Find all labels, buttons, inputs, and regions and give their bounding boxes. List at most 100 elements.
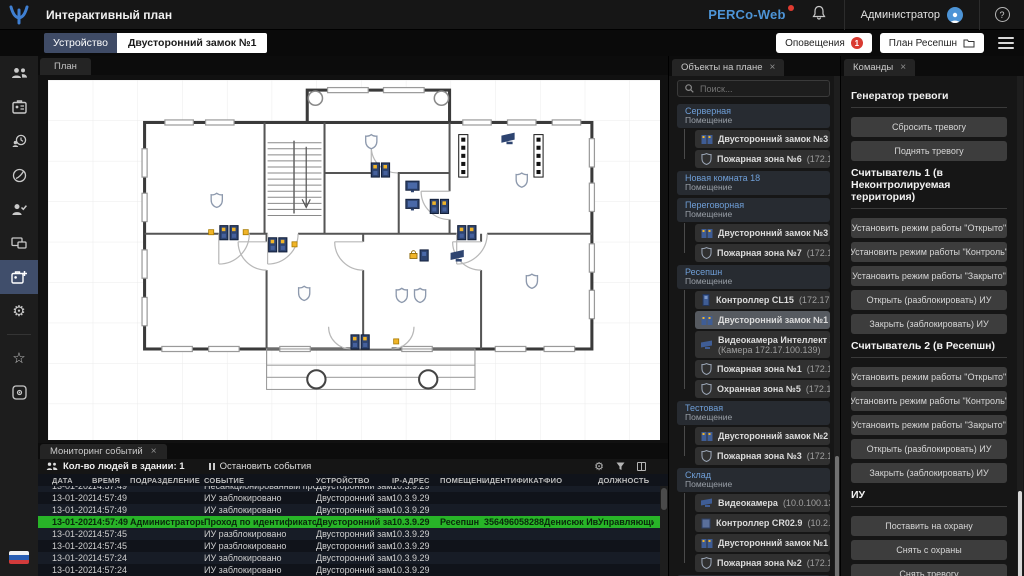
sidebar-item-pass-office[interactable] (0, 90, 38, 124)
help-button[interactable]: ? (980, 7, 1024, 22)
module-sidebar: ⚙ ☆ (0, 30, 38, 576)
reader1-mode-closed-button[interactable]: Установить режим работы "Закрыто" (851, 266, 1007, 286)
room-group-header[interactable]: Новая комната 18 Помещение (677, 171, 830, 195)
selected-device-tab[interactable]: Двусторонний замок №1 (116, 33, 268, 53)
events-toolbar: Кол-во людей в здании: 1 Остановить собы… (38, 459, 668, 474)
tree-item-controller[interactable]: Контроллер CR02.9 (10.2.128.68) (695, 514, 830, 532)
tree-item-zone[interactable]: Пожарная зона №2 (172.17.1.148) (695, 554, 830, 572)
pause-icon (208, 463, 215, 470)
divider (851, 357, 1007, 358)
table-row[interactable]: 13-01-202514:57:49ИУ заблокированоДвусто… (38, 492, 660, 504)
room-group-header[interactable]: Ресепшн Помещение (677, 265, 830, 289)
brand-logo: PERCo-Web (708, 5, 794, 22)
user-menu[interactable]: Администратор (845, 6, 979, 23)
controller-icon (701, 518, 711, 528)
tree-item-camera[interactable]: Видеокамера Интеллект X (Камера 172.17.1… (695, 331, 830, 358)
clear-alarm-button[interactable]: Снять тревогу (851, 564, 1007, 576)
room-group-header[interactable]: Склад Помещение (677, 468, 830, 492)
floor-plan-canvas[interactable] (48, 80, 660, 440)
columns-icon[interactable] (637, 462, 646, 471)
table-settings-icon[interactable]: ⚙ (594, 460, 604, 473)
star-icon: ☆ (12, 349, 26, 367)
raise-alarm-button[interactable]: Поднять тревогу (851, 141, 1007, 161)
table-row[interactable]: 13-01-202514:57:49ИУ заблокированоДвусто… (38, 504, 660, 516)
arm-button[interactable]: Поставить на охрану (851, 516, 1007, 536)
room-group-header[interactable]: Переговорная Помещение (677, 198, 830, 222)
sidebar-item-video[interactable] (0, 226, 38, 260)
lock-icon (701, 431, 713, 441)
camera-icon (701, 498, 712, 507)
room-group-header[interactable]: Тестовая Помещение (677, 401, 830, 425)
building-walls (143, 88, 594, 351)
tree-item-zone[interactable]: Охранная зона №5 (172.17.1.148) (695, 380, 830, 398)
plan-select-button[interactable]: План Ресепшн (879, 33, 984, 53)
sidebar-item-apps[interactable] (0, 375, 38, 409)
tree-item-controller[interactable]: Контроллер CL15 (172.17.100.1) (695, 291, 830, 309)
table-row[interactable]: 13-01-202514:57:45ИУ разблокированоДвуст… (38, 540, 660, 552)
shield-icon (701, 383, 712, 395)
tab-commands[interactable]: Команды × (844, 59, 916, 76)
reader1-mode-control-button[interactable]: Установить режим работы "Контроль" (851, 242, 1007, 262)
sidebar-item-users[interactable] (0, 56, 38, 90)
reader2-unlock-button[interactable]: Открыть (разблокировать) ИУ (851, 439, 1007, 459)
commands-scrollbar[interactable] (1017, 76, 1023, 576)
objects-panel: Объекты на плане × Серверная Помещение Д… (668, 56, 840, 576)
reader1-lock-button[interactable]: Закрыть (заблокировать) ИУ (851, 314, 1007, 334)
reader1-unlock-button[interactable]: Открыть (разблокировать) ИУ (851, 290, 1007, 310)
room-group-header[interactable]: Серверная Помещение (677, 104, 830, 128)
tree-item-lock[interactable]: Двусторонний замок №3 (10.3.9.29) (695, 224, 830, 242)
sidebar-item-settings[interactable]: ⚙ (0, 294, 38, 328)
sidebar-item-time-attendance[interactable] (0, 124, 38, 158)
perco-logo-icon[interactable] (0, 0, 38, 30)
events-scrollbar[interactable] (660, 486, 668, 576)
reader2-mode-closed-button[interactable]: Установить режим работы "Закрыто" (851, 415, 1007, 435)
table-row-access-granted[interactable]: 13-01-202514:57:49Администраторы системП… (38, 516, 660, 528)
events-region: Мониторинг событий × Кол-во людей в здан… (38, 443, 668, 576)
verification-icon (12, 168, 26, 182)
section-title: ИУ (851, 489, 866, 501)
people-count: Кол-во людей в здании: 1 (46, 461, 185, 472)
reader2-lock-button[interactable]: Закрыть (заблокировать) ИУ (851, 463, 1007, 483)
sidebar-item-verification[interactable] (0, 158, 38, 192)
reset-alarm-button[interactable]: Сбросить тревогу (851, 117, 1007, 137)
language-flag-ru[interactable] (9, 551, 29, 564)
sidebar-item-access-check[interactable] (0, 192, 38, 226)
stop-events-button[interactable]: Остановить события (208, 461, 311, 472)
tab-plan[interactable]: План (40, 58, 91, 75)
tree-item-lock[interactable]: Двусторонний замок №3 (10.0.92.49) (695, 130, 830, 148)
device-type-label: Устройство (44, 33, 117, 53)
close-icon[interactable]: × (770, 62, 776, 73)
lock-icon (701, 134, 713, 144)
table-row[interactable]: 13-01-202514:57:24ИУ заблокированоДвусто… (38, 564, 660, 576)
close-icon[interactable]: × (900, 62, 906, 73)
close-icon[interactable]: × (151, 446, 157, 457)
camera-icon (701, 340, 712, 349)
reader1-mode-open-button[interactable]: Установить режим работы "Открыто" (851, 218, 1007, 238)
tree-item-zone[interactable]: Пожарная зона №3 (172.17.1.148) (695, 447, 830, 465)
reader2-mode-open-button[interactable]: Установить режим работы "Открыто" (851, 367, 1007, 387)
table-row[interactable]: 13-01-202514:57:45ИУ разблокированоДвуст… (38, 528, 660, 540)
person-clock-icon (12, 134, 26, 147)
tree-item-zone[interactable]: Пожарная зона №1 (172.17.1.148) (695, 360, 830, 378)
sidebar-item-favorites[interactable]: ☆ (0, 341, 38, 375)
object-search[interactable] (677, 80, 830, 97)
tab-event-monitoring[interactable]: Мониторинг событий × (40, 444, 167, 459)
menu-icon[interactable] (998, 37, 1014, 49)
alerts-button[interactable]: Оповещения 1 (776, 33, 872, 53)
tab-objects-on-plan[interactable]: Объекты на плане × (672, 59, 785, 76)
people-icon (46, 462, 58, 470)
disarm-button[interactable]: Снять с охраны (851, 540, 1007, 560)
notifications-bell-icon[interactable] (794, 5, 844, 25)
tree-item-lock[interactable]: Двусторонний замок №1 (10.0.92.49) (695, 534, 830, 552)
tree-item-zone[interactable]: Пожарная зона №7 (172.17.1.148) (695, 244, 830, 262)
table-row[interactable]: 13-01-202514:57:24ИУ заблокированоДвусто… (38, 552, 660, 564)
tree-item-lock[interactable]: Двусторонний замок №2 (10.0.92.49) (695, 427, 830, 445)
reader2-mode-control-button[interactable]: Установить режим работы "Контроль" (851, 391, 1007, 411)
tree-item-zone[interactable]: Пожарная зона №6 (172.17.1.148) (695, 150, 830, 168)
sidebar-item-monitoring[interactable] (0, 260, 38, 294)
search-input[interactable] (700, 83, 822, 94)
filter-icon[interactable] (616, 462, 625, 471)
section-title: Считыватель 2 (в Ресепшн) (851, 340, 995, 352)
tree-item-lock-selected[interactable]: Двусторонний замок №1 (10.3.9.29) (695, 311, 830, 329)
tree-item-camera[interactable]: Видеокамера (10.0.100.132) (695, 494, 830, 512)
